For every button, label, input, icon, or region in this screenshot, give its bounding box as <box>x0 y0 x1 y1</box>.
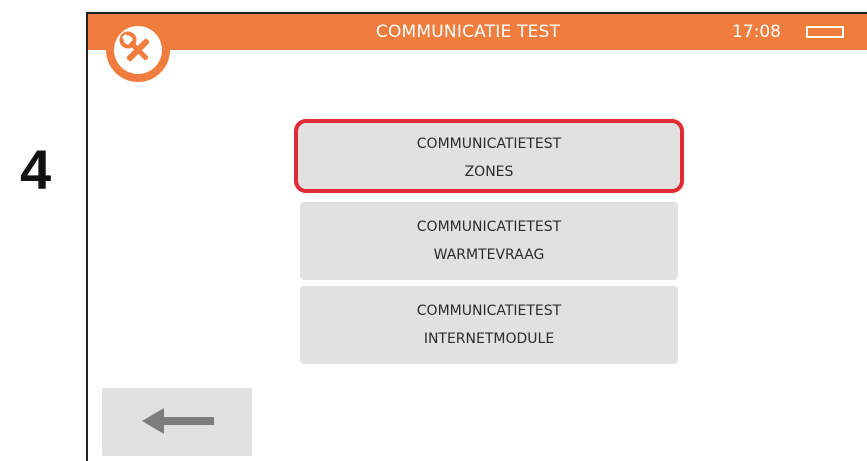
tools-badge-inner <box>114 26 162 74</box>
screen-title: COMMUNICATIE TEST <box>375 22 561 42</box>
menu-button-zones[interactable]: COMMUNICATIETEST ZONES <box>294 119 684 193</box>
menu-button-line1: COMMUNICATIETEST <box>416 303 562 319</box>
tools-badge <box>106 18 170 82</box>
title-bar: COMMUNICATIE TEST 17:08 <box>88 14 867 50</box>
menu-button-line2: INTERNETMODULE <box>423 331 555 347</box>
menu-button-line1: COMMUNICATIETEST <box>416 219 562 235</box>
step-number: 4 <box>20 138 52 201</box>
wrench-screwdriver-icon <box>119 31 150 62</box>
back-button[interactable] <box>102 388 252 456</box>
menu-button-internetmodule[interactable]: COMMUNICATIETEST INTERNETMODULE <box>300 286 678 364</box>
menu-button-warmtevraag[interactable]: COMMUNICATIETEST WARMTEVRAAG <box>300 202 678 280</box>
battery-icon <box>806 26 844 38</box>
menu-button-line1: COMMUNICATIETEST <box>416 136 562 152</box>
clock: 17:08 <box>732 22 781 42</box>
menu-button-line2: ZONES <box>464 164 514 180</box>
device-screen: COMMUNICATIE TEST 17:08 COMMUNICATIETEST… <box>86 12 867 461</box>
arrow-left-icon <box>142 408 214 434</box>
menu-button-line2: WARMTEVRAAG <box>433 247 545 263</box>
